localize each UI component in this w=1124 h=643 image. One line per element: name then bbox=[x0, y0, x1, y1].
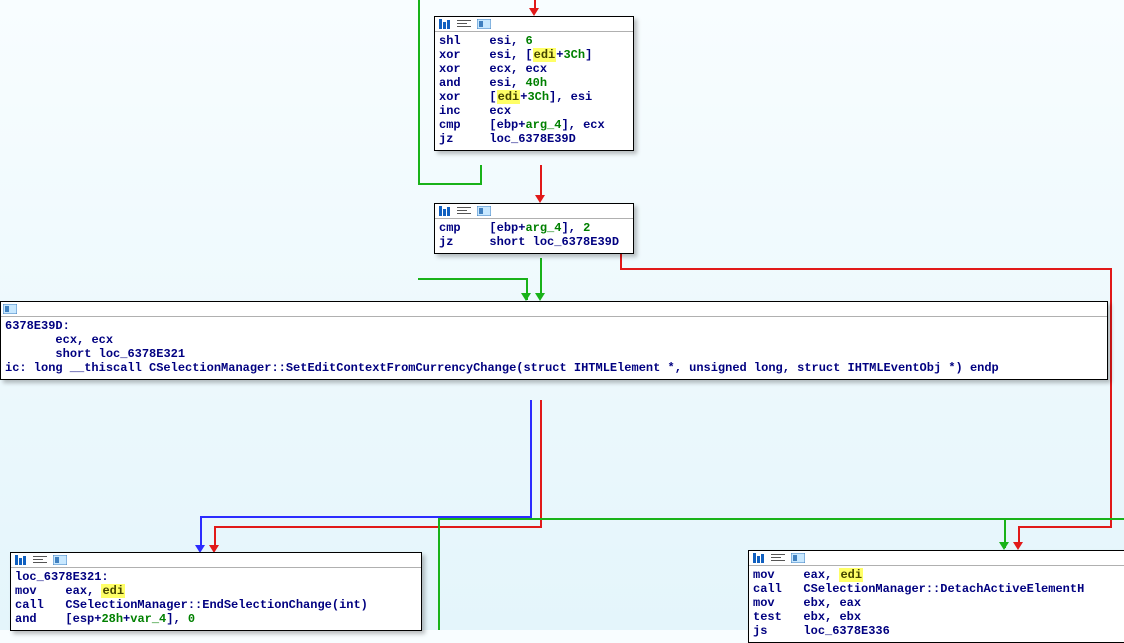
block-header bbox=[749, 551, 1124, 566]
break-icon[interactable] bbox=[791, 553, 805, 563]
edge bbox=[540, 400, 542, 528]
arrow-icon bbox=[535, 293, 545, 301]
edge bbox=[530, 400, 532, 518]
arrow-icon bbox=[529, 8, 539, 16]
block-body: shl esi, 6xor esi, [edi+3Ch]xor ecx, ecx… bbox=[435, 32, 633, 150]
arrow-icon bbox=[1013, 542, 1023, 550]
block-body: mov eax, edicall CSelectionManager::Deta… bbox=[749, 566, 1124, 642]
edge bbox=[438, 518, 1124, 520]
text-icon[interactable] bbox=[457, 19, 471, 29]
code-block-1[interactable]: shl esi, 6xor esi, [edi+3Ch]xor ecx, ecx… bbox=[434, 16, 634, 151]
bars-icon[interactable] bbox=[753, 553, 765, 563]
edge bbox=[1018, 526, 1112, 528]
block-header bbox=[435, 17, 633, 32]
break-icon[interactable] bbox=[53, 555, 67, 565]
break-icon[interactable] bbox=[477, 19, 491, 29]
block-header bbox=[1, 302, 1107, 317]
arrow-icon bbox=[999, 542, 1009, 550]
bars-icon[interactable] bbox=[439, 206, 451, 216]
break-icon[interactable] bbox=[3, 304, 17, 314]
code-block-4[interactable]: loc_6378E321:mov eax, edicall CSelection… bbox=[10, 552, 422, 631]
edge bbox=[1110, 268, 1112, 528]
edge bbox=[418, 278, 528, 280]
edge bbox=[438, 518, 440, 630]
edge bbox=[418, 183, 482, 185]
block-body: 6378E39D: ecx, ecx short loc_6378E321ic:… bbox=[1, 317, 1107, 379]
block-header bbox=[11, 553, 421, 568]
bars-icon[interactable] bbox=[439, 19, 451, 29]
arrow-icon bbox=[535, 195, 545, 203]
code-block-5[interactable]: mov eax, edicall CSelectionManager::Deta… bbox=[748, 550, 1124, 643]
break-icon[interactable] bbox=[477, 206, 491, 216]
block-body: loc_6378E321:mov eax, edicall CSelection… bbox=[11, 568, 421, 630]
text-icon[interactable] bbox=[457, 206, 471, 216]
code-block-3[interactable]: 6378E39D: ecx, ecx short loc_6378E321ic:… bbox=[0, 301, 1108, 380]
arrow-icon bbox=[521, 293, 531, 301]
edge bbox=[418, 0, 420, 185]
edge bbox=[620, 268, 1112, 270]
edge bbox=[480, 165, 482, 185]
text-icon[interactable] bbox=[33, 555, 47, 565]
block-header bbox=[435, 204, 633, 219]
edge bbox=[540, 258, 542, 298]
edge bbox=[214, 526, 542, 528]
code-block-2[interactable]: cmp [ebp+arg_4], 2jz short loc_6378E39D bbox=[434, 203, 634, 254]
block-body: cmp [ebp+arg_4], 2jz short loc_6378E39D bbox=[435, 219, 633, 253]
bars-icon[interactable] bbox=[15, 555, 27, 565]
text-icon[interactable] bbox=[771, 553, 785, 563]
